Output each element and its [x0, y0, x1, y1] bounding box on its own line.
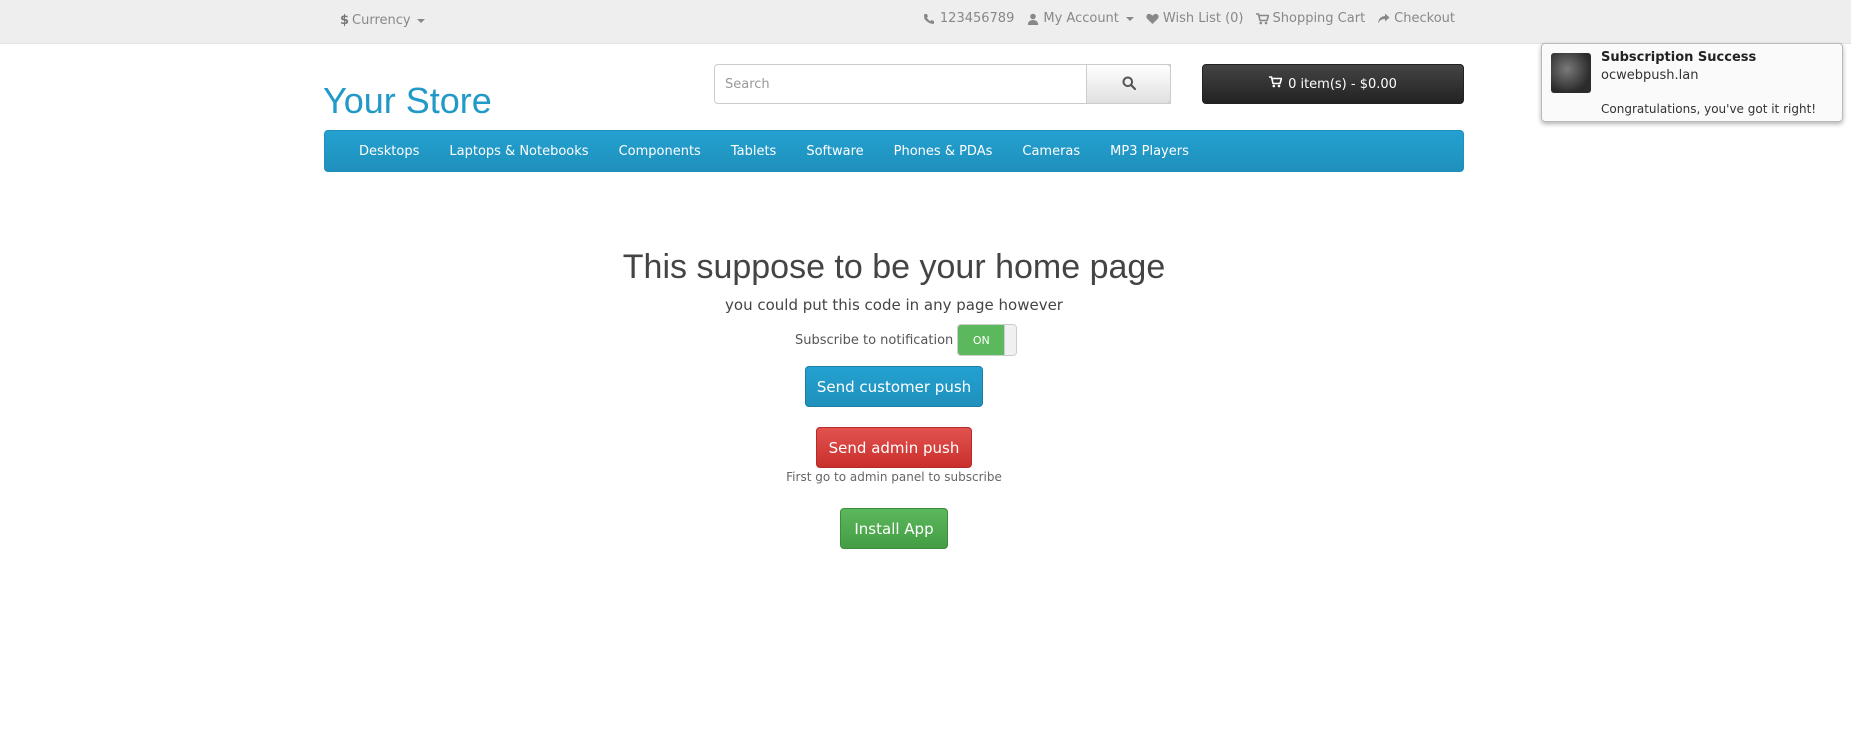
phone-link[interactable]: 123456789 — [923, 11, 1014, 26]
send-admin-push-button[interactable]: Send admin push — [816, 427, 972, 468]
notification-message: Congratulations, you've got it right! — [1601, 102, 1817, 116]
top-bar: $ Currency 123456789 My Account Wish Lis… — [0, 0, 1851, 44]
menu-item-software[interactable]: Software — [791, 144, 878, 159]
admin-note: First go to admin panel to subscribe — [786, 470, 1002, 484]
cart-icon — [1269, 76, 1283, 92]
cart-total: 0 item(s) - $0.00 — [1288, 76, 1397, 92]
menu-item-cameras[interactable]: Cameras — [1007, 144, 1095, 159]
chevron-down-icon — [416, 18, 425, 23]
wishlist-link[interactable]: Wish List (0) — [1146, 11, 1244, 26]
my-account-label: My Account — [1043, 11, 1119, 26]
menu-item-components[interactable]: Components — [604, 144, 716, 159]
phone-icon — [923, 12, 936, 25]
notification-image — [1551, 53, 1591, 93]
toggle-state: ON — [958, 325, 1005, 355]
user-icon — [1026, 12, 1039, 25]
menu-item-mp3[interactable]: MP3 Players — [1095, 144, 1204, 159]
page-title: This suppose to be your home page — [622, 248, 1166, 286]
subscribe-toggle[interactable]: ON — [957, 324, 1018, 356]
chevron-down-icon — [1125, 16, 1134, 21]
menu-item-laptops[interactable]: Laptops & Notebooks — [434, 144, 603, 159]
menu-item-desktops[interactable]: Desktops — [344, 144, 434, 159]
wishlist-label: Wish List (0) — [1162, 11, 1244, 26]
subscribe-label: Subscribe to notification — [795, 332, 954, 348]
search-button[interactable] — [1086, 64, 1171, 104]
main-menu: Desktops Laptops & Notebooks Components … — [324, 130, 1464, 172]
phone-number: 123456789 — [939, 11, 1015, 26]
notification-title: Subscription Success — [1601, 50, 1757, 65]
top-links: 123456789 My Account Wish List (0) Shopp… — [923, 11, 1455, 26]
page-subtitle: you could put this code in any page howe… — [725, 296, 1063, 314]
search-icon — [1122, 76, 1136, 93]
cart-icon — [1255, 12, 1269, 25]
checkout-label: Checkout — [1394, 11, 1455, 26]
checkout-link[interactable]: Checkout — [1377, 11, 1455, 26]
install-app-button[interactable]: Install App — [840, 508, 948, 549]
currency-dropdown[interactable]: $ Currency — [340, 13, 425, 28]
share-icon — [1377, 12, 1390, 25]
store-logo[interactable]: Your Store — [323, 80, 492, 122]
heart-icon — [1146, 12, 1159, 25]
currency-label: Currency — [352, 13, 411, 28]
shopping-cart-link[interactable]: Shopping Cart — [1255, 11, 1366, 26]
send-customer-push-button[interactable]: Send customer push — [805, 366, 983, 407]
toggle-knob — [1004, 325, 1017, 355]
menu-item-phones[interactable]: Phones & PDAs — [879, 144, 1008, 159]
notification-toast[interactable]: Subscription Success ocwebpush.lan Congr… — [1541, 43, 1843, 122]
menu-item-tablets[interactable]: Tablets — [716, 144, 792, 159]
shopping-cart-label: Shopping Cart — [1272, 11, 1366, 26]
currency-symbol: $ — [340, 13, 350, 28]
notification-site: ocwebpush.lan — [1601, 68, 1699, 83]
subscribe-row: Subscribe to notification ON — [795, 324, 1018, 356]
my-account-dropdown[interactable]: My Account — [1026, 11, 1134, 26]
cart-button[interactable]: 0 item(s) - $0.00 — [1202, 64, 1464, 104]
